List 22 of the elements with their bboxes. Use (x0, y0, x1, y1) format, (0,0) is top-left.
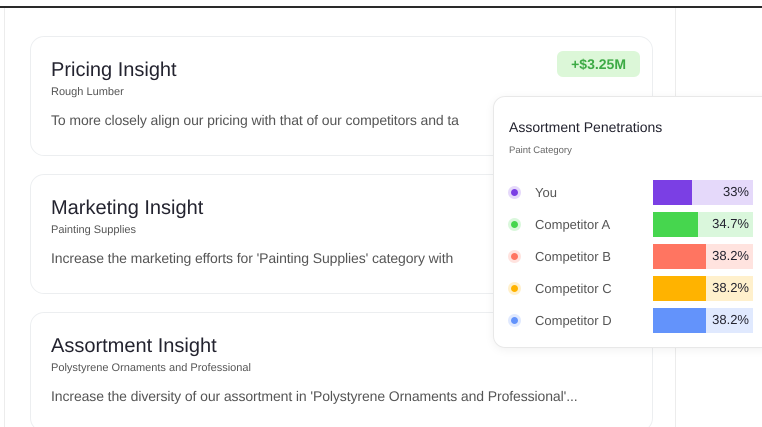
percent-value: 38.2% (712, 280, 749, 295)
percent-value: 34.7% (712, 216, 749, 231)
row-label: You (535, 185, 558, 200)
card-subtitle: Painting Supplies (51, 224, 136, 236)
row-label: Competitor B (535, 249, 612, 264)
card-text: Increase the diversity of our assortment in 'Polystyrene Ornaments and Professional'... (51, 388, 578, 404)
popover-title: Assortment Penetrations (509, 119, 662, 135)
percent-value: 38.2% (712, 312, 749, 327)
value-tag: +$3.25M (557, 51, 640, 77)
row-label: Competitor C (535, 281, 613, 296)
card-subtitle: Polystyrene Ornaments and Professional (51, 362, 251, 374)
card-text: Increase the marketing efforts for 'Painting Supplies' category with (51, 250, 454, 266)
percent-value: 38.2% (712, 248, 749, 263)
popover-subtitle: Paint Category (509, 145, 573, 156)
row-label: Competitor A (535, 217, 612, 232)
card-text: To more closely align our pricing with that of our competitors and ta (51, 112, 459, 128)
row-label: Competitor D (535, 313, 613, 328)
card-title: Pricing Insight (51, 59, 177, 82)
card-title: Assortment Insight (51, 335, 217, 358)
card-subtitle: Rough Lumber (51, 86, 124, 98)
card-title: Marketing Insight (51, 197, 204, 220)
percent-value: 33% (722, 184, 749, 199)
